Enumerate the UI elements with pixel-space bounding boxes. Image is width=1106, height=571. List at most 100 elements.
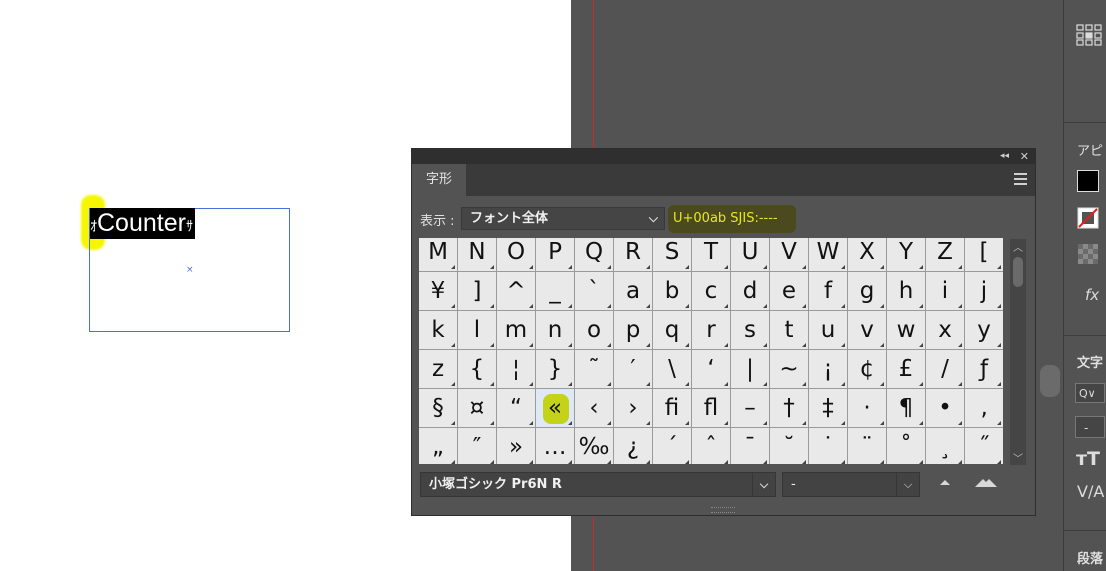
glyph-cell[interactable]: § bbox=[419, 389, 457, 427]
font-style-select[interactable]: - ⌵ bbox=[782, 472, 920, 497]
kerning-icon[interactable]: V/A bbox=[1077, 482, 1104, 501]
glyph-cell[interactable]: p bbox=[614, 311, 652, 349]
tab-glyphs[interactable]: 字形 bbox=[412, 164, 466, 196]
glyph-cell[interactable]: ‰ bbox=[575, 428, 613, 464]
scroll-thumb[interactable] bbox=[1013, 257, 1023, 287]
glyphs-panel[interactable]: ◂◂ ✕ 字形 表示 : フォント全体 ⌵ U+00ab SJIS:---- M… bbox=[411, 148, 1036, 516]
glyph-cell[interactable]: ¨ bbox=[848, 428, 886, 464]
glyph-cell[interactable]: w bbox=[887, 311, 925, 349]
glyph-cell[interactable]: a bbox=[614, 272, 652, 310]
glyph-cell[interactable]: ˝ bbox=[965, 428, 1003, 464]
resize-grip[interactable] bbox=[711, 507, 735, 513]
glyph-cell[interactable]: ﬁ bbox=[653, 389, 691, 427]
glyph-cell[interactable]: i bbox=[926, 272, 964, 310]
zoom-in-icon[interactable] bbox=[974, 476, 998, 491]
selected-text-run[interactable]: ｵCounterｻ bbox=[90, 208, 195, 239]
glyph-cell[interactable]: “ bbox=[497, 389, 535, 427]
glyph-cell[interactable]: s bbox=[731, 311, 769, 349]
glyph-cell[interactable]: • bbox=[926, 389, 964, 427]
glyph-cell[interactable]: › bbox=[614, 389, 652, 427]
glyph-cell[interactable]: » bbox=[497, 428, 535, 464]
canvas-scrollbar-thumb[interactable] bbox=[1040, 365, 1060, 397]
glyph-cell[interactable]: r bbox=[692, 311, 730, 349]
glyph-cell[interactable]: ˘ bbox=[770, 428, 808, 464]
glyph-cell[interactable]: Y bbox=[887, 238, 925, 271]
glyph-cell[interactable]: ‡ bbox=[809, 389, 847, 427]
glyph-cell[interactable]: … bbox=[536, 428, 574, 464]
glyph-cell[interactable]: · bbox=[848, 389, 886, 427]
glyph-cell[interactable]: Z bbox=[926, 238, 964, 271]
glyph-grid[interactable]: M N O P Q R S T U V W X Y Z[¥] ^ _ ` a b c d e f g h i j k l m n o p q r s t… bbox=[419, 238, 1003, 464]
stroke-none-icon[interactable] bbox=[1077, 207, 1099, 233]
glyph-cell[interactable]: c bbox=[692, 272, 730, 310]
font-size-icon[interactable]: тT bbox=[1076, 448, 1100, 470]
glyph-cell[interactable]: ¢ bbox=[848, 350, 886, 388]
font-search-icon[interactable]: Q∨ bbox=[1075, 383, 1105, 403]
glyph-cell[interactable]: t bbox=[770, 311, 808, 349]
glyph-cell[interactable]: U bbox=[731, 238, 769, 271]
glyph-cell[interactable]: ƒ bbox=[965, 350, 1003, 388]
glyph-cell[interactable]: † bbox=[770, 389, 808, 427]
glyph-cell[interactable]: y bbox=[965, 311, 1003, 349]
glyph-cell[interactable]: ˙ bbox=[809, 428, 847, 464]
glyph-cell[interactable]: ﬂ bbox=[692, 389, 730, 427]
glyph-cell[interactable]: M bbox=[419, 238, 457, 271]
glyph-cell[interactable]: ¡ bbox=[809, 350, 847, 388]
glyph-cell[interactable]: ‹ bbox=[575, 389, 613, 427]
glyph-cell[interactable]: ´ bbox=[653, 428, 691, 464]
glyph-cell[interactable]: n bbox=[536, 311, 574, 349]
glyph-cell[interactable]: Q bbox=[575, 238, 613, 271]
glyph-cell[interactable]: ` bbox=[575, 272, 613, 310]
glyph-cell[interactable]: d bbox=[731, 272, 769, 310]
glyph-cell[interactable]: z bbox=[419, 350, 457, 388]
glyph-cell[interactable]: m bbox=[497, 311, 535, 349]
glyph-cell[interactable]: „ bbox=[419, 428, 457, 464]
glyph-cell[interactable]: V bbox=[770, 238, 808, 271]
glyph-cell[interactable]: | bbox=[731, 350, 769, 388]
glyph-cell[interactable]: q bbox=[653, 311, 691, 349]
glyph-cell[interactable]: ′ bbox=[614, 350, 652, 388]
panel-menu-icon[interactable] bbox=[1014, 173, 1027, 188]
fx-icon[interactable]: fx bbox=[1085, 286, 1099, 304]
glyph-cell[interactable]: j bbox=[965, 272, 1003, 310]
libraries-grid-icon[interactable] bbox=[1076, 24, 1102, 50]
collapse-icon[interactable]: ◂◂ bbox=[1000, 149, 1009, 164]
glyph-cell[interactable]: k bbox=[419, 311, 457, 349]
scroll-up-icon[interactable]: ︿ bbox=[1010, 239, 1026, 254]
chevron-down-icon[interactable]: ⌵ bbox=[896, 473, 919, 496]
glyph-cell[interactable]: _ bbox=[536, 272, 574, 310]
glyph-cell[interactable]: o bbox=[575, 311, 613, 349]
glyph-cell[interactable]: W bbox=[809, 238, 847, 271]
glyph-cell[interactable]: x bbox=[926, 311, 964, 349]
glyph-cell[interactable]: g bbox=[848, 272, 886, 310]
close-icon[interactable]: ✕ bbox=[1020, 149, 1029, 164]
glyph-cell[interactable]: l bbox=[458, 311, 496, 349]
glyph-cell[interactable]: b bbox=[653, 272, 691, 310]
glyph-cell[interactable]: R bbox=[614, 238, 652, 271]
glyph-cell[interactable]: [ bbox=[965, 238, 1003, 271]
glyph-cell[interactable]: £ bbox=[887, 350, 925, 388]
scroll-down-icon[interactable]: ﹀ bbox=[1010, 450, 1026, 465]
glyph-cell[interactable]: ¦ bbox=[497, 350, 535, 388]
glyph-cell[interactable]: / bbox=[926, 350, 964, 388]
font-size-field[interactable]: - bbox=[1075, 416, 1105, 438]
glyph-cell[interactable]: – bbox=[731, 389, 769, 427]
glyph-cell[interactable]: u bbox=[809, 311, 847, 349]
glyph-cell[interactable]: \ bbox=[653, 350, 691, 388]
panel-titlebar[interactable]: ◂◂ ✕ bbox=[412, 149, 1035, 164]
glyph-cell[interactable]: T bbox=[692, 238, 730, 271]
show-select[interactable]: フォント全体 ⌵ bbox=[461, 207, 665, 230]
glyph-cell[interactable]: ~ bbox=[770, 350, 808, 388]
glyph-cell[interactable]: ¶ bbox=[887, 389, 925, 427]
glyph-cell[interactable]: { bbox=[458, 350, 496, 388]
zoom-out-icon[interactable] bbox=[938, 476, 952, 490]
glyph-cell[interactable]: N bbox=[458, 238, 496, 271]
glyph-cell[interactable]: ˜ bbox=[575, 350, 613, 388]
glyph-cell[interactable]: ˚ bbox=[887, 428, 925, 464]
glyph-cell[interactable]: } bbox=[536, 350, 574, 388]
chevron-down-icon[interactable]: ⌵ bbox=[752, 473, 775, 496]
glyph-cell[interactable]: P bbox=[536, 238, 574, 271]
glyph-cell[interactable]: ‘ bbox=[692, 350, 730, 388]
glyph-cell[interactable]: f bbox=[809, 272, 847, 310]
glyph-cell[interactable]: v bbox=[848, 311, 886, 349]
